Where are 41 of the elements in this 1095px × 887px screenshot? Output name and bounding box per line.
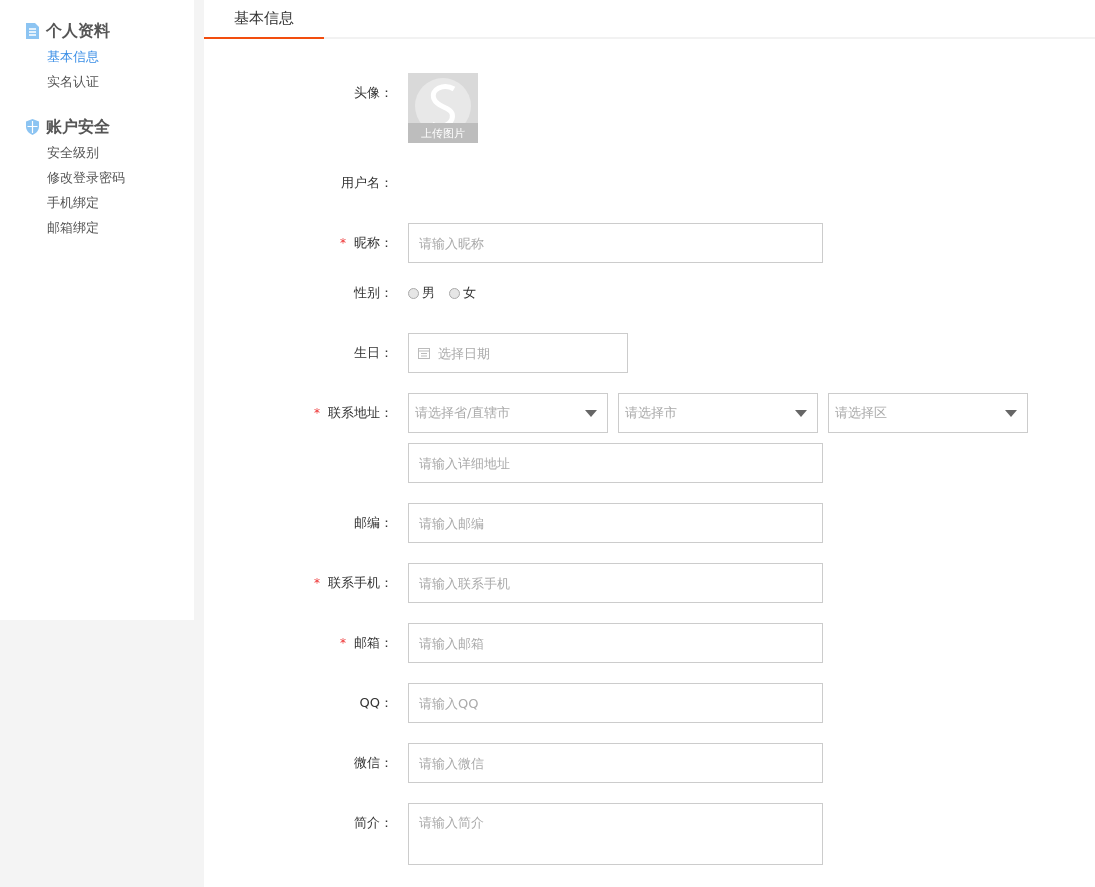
field-label: 头像： [354, 84, 393, 102]
required-mark: * [340, 635, 346, 652]
text-field[interactable]: 请输入详细地址 [408, 443, 823, 483]
text-field[interactable]: 请输入邮编 [408, 503, 823, 543]
section-title: 个人资料 [46, 20, 110, 42]
caret-icon [795, 409, 807, 417]
date-field[interactable]: 选择日期 [408, 333, 628, 373]
text-field[interactable]: 请输入邮箱 [408, 623, 823, 663]
field-label: 联系地址： [328, 404, 393, 422]
field-label: QQ： [359, 694, 393, 712]
sidebar-item[interactable]: 基本信息 [0, 44, 99, 69]
required-mark: * [314, 405, 320, 422]
shield-icon [25, 119, 40, 135]
sidebar-item[interactable]: 手机绑定 [0, 190, 99, 215]
text-field[interactable]: 请输入微信 [408, 743, 823, 783]
field-label: 联系手机： [328, 574, 393, 592]
field-label: 性别： [354, 284, 393, 302]
caret-icon [585, 409, 597, 417]
text-field[interactable]: 请输入昵称 [408, 223, 823, 263]
intro-field[interactable]: 请输入简介 [408, 803, 823, 865]
field-label: 昵称： [354, 234, 393, 252]
radio-option[interactable]: 女 [449, 284, 476, 302]
section-title: 账户安全 [46, 116, 110, 138]
field-label: 用户名： [341, 174, 393, 192]
field-label: 邮编： [354, 514, 393, 532]
document-icon [25, 23, 40, 39]
required-mark: * [340, 235, 346, 252]
sidebar-item[interactable]: 安全级别 [0, 140, 99, 165]
tab[interactable]: 基本信息 [204, 0, 324, 39]
text-field[interactable]: 请输入联系手机 [408, 563, 823, 603]
radio-option[interactable]: 男 [408, 284, 435, 302]
sidebar-item[interactable]: 修改登录密码 [0, 165, 125, 190]
field-label: 微信： [354, 754, 393, 772]
required-mark: * [314, 575, 320, 592]
field-label: 生日： [354, 344, 393, 362]
field-label: 邮箱： [354, 634, 393, 652]
text-field[interactable]: 请输入QQ [408, 683, 823, 723]
sidebar-item[interactable]: 实名认证 [0, 69, 99, 94]
field-label: 简介： [354, 814, 393, 832]
sidebar-item[interactable]: 邮箱绑定 [0, 215, 99, 240]
caret-icon [1005, 409, 1017, 417]
